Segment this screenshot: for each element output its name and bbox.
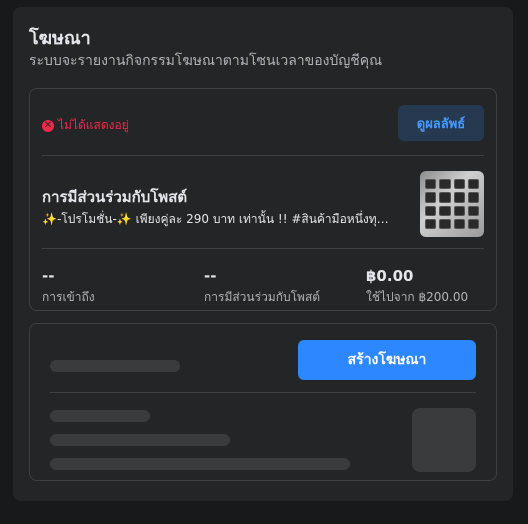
ad-card: ✕ ไม่ได้แสดงอยู่ ดูผลลัพธ์ การมีส่วนร่วม… — [29, 88, 497, 311]
post-text[interactable]: ✨-โปรโมชั่น-✨ เพียงคู่ละ 290 บาท เท่านั้… — [42, 210, 394, 229]
divider — [42, 155, 484, 156]
divider — [42, 248, 484, 249]
view-results-button[interactable]: ดูผลลัพธ์ — [398, 105, 484, 141]
post-title[interactable]: การมีส่วนร่วมกับโพสต์ — [42, 185, 187, 209]
image-placeholder — [412, 408, 476, 472]
stat-spend: ฿0.00 ใช้ไปจาก ฿200.00 — [366, 267, 468, 307]
create-ad-button[interactable]: สร้างโฆษณา — [298, 340, 476, 380]
panel-title: โฆษณา — [29, 28, 91, 49]
ads-panel: โฆษณา ระบบจะรายงานกิจกรรมโฆษณาตามโซนเวลา… — [13, 7, 513, 501]
post-thumbnail[interactable] — [420, 171, 484, 237]
loading-placeholder — [50, 434, 230, 446]
panel-subtitle: ระบบจะรายงานกิจกรรมโฆษณาตามโซนเวลาของบัญ… — [29, 53, 383, 69]
create-ad-card: สร้างโฆษณา — [29, 323, 497, 481]
loading-placeholder — [50, 360, 180, 372]
stat-spend-value: ฿0.00 — [366, 267, 414, 285]
loading-placeholder — [50, 458, 350, 470]
stat-reach-label: การเข้าถึง — [42, 290, 95, 304]
x-circle-icon: ✕ — [42, 119, 54, 132]
divider — [50, 392, 476, 393]
ad-status: ✕ ไม่ได้แสดงอยู่ — [42, 116, 129, 135]
stat-engagement: -- การมีส่วนร่วมกับโพสต์ — [204, 267, 320, 307]
stat-engagement-value: -- — [204, 267, 217, 285]
stat-engagement-label: การมีส่วนร่วมกับโพสต์ — [204, 290, 321, 304]
loading-placeholder — [50, 410, 150, 422]
stat-reach: -- การเข้าถึง — [42, 267, 95, 307]
stat-spend-label: ใช้ไปจาก ฿200.00 — [366, 290, 469, 304]
ad-status-text: ไม่ได้แสดงอยู่ — [58, 118, 129, 132]
stat-reach-value: -- — [42, 267, 55, 285]
